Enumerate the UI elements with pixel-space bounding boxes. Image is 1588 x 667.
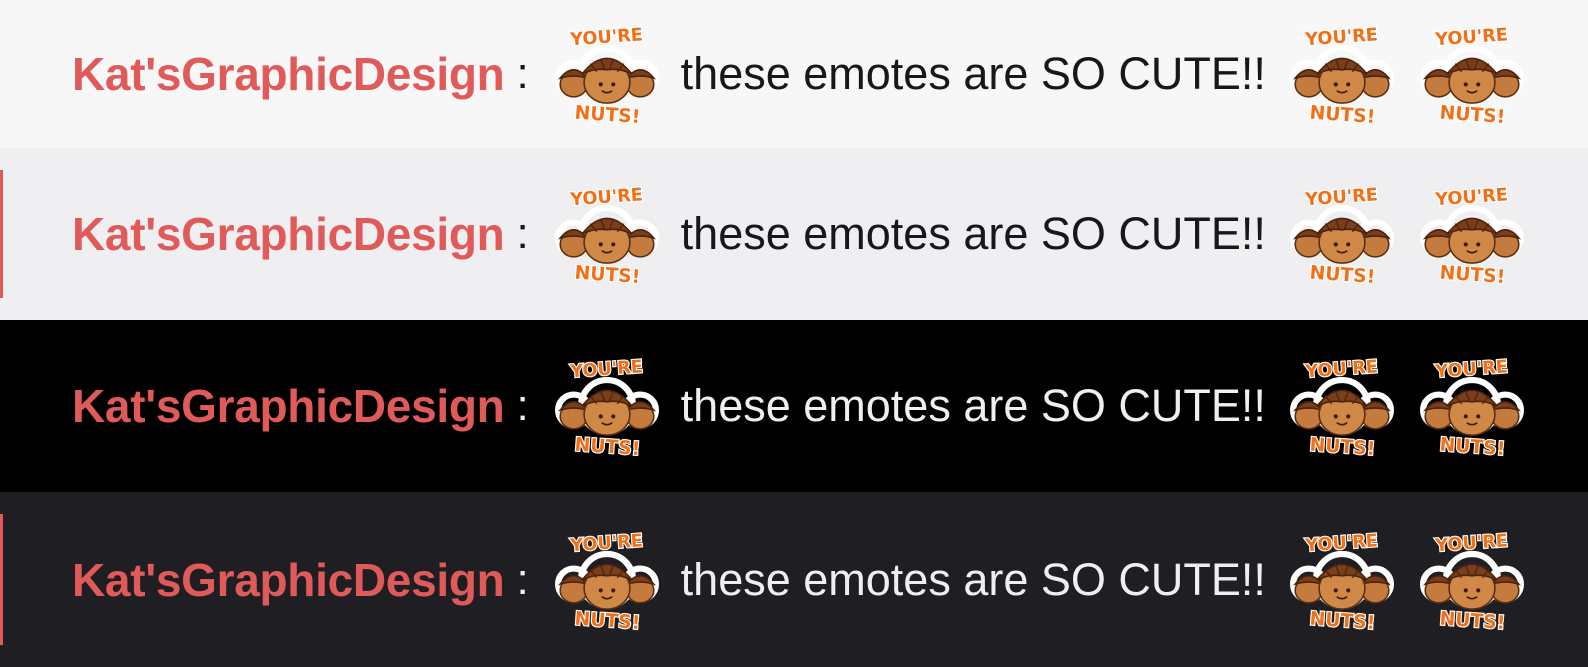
youre-nuts-emote-icon[interactable] [555,182,659,286]
youre-nuts-emote-icon[interactable] [1290,22,1394,126]
username-separator: : [516,209,529,258]
chat-message-text: these emotes are SO CUTE!! [680,553,1266,605]
chat-username[interactable]: Kat'sGraphicDesign [72,207,505,261]
chat-message-row: Kat'sGraphicDesign : these emotes are SO… [0,0,1588,148]
highlight-bar [0,514,3,645]
chat-message-row-highlighted: Kat'sGraphicDesign : these emotes are SO… [0,148,1588,320]
youre-nuts-emote-icon[interactable] [555,354,659,458]
youre-nuts-emote-icon[interactable] [1420,528,1524,632]
chat-message-text: these emotes are SO CUTE!! [680,208,1266,259]
chat-message-row: Kat'sGraphicDesign : these emotes are SO… [0,320,1588,492]
chat-username[interactable]: Kat'sGraphicDesign [72,47,505,101]
youre-nuts-emote-icon[interactable] [1290,182,1394,286]
username-separator: : [516,49,529,98]
username-separator: : [516,381,529,430]
username-separator: : [516,554,529,604]
youre-nuts-emote-icon[interactable] [1290,354,1394,458]
chat-username[interactable]: Kat'sGraphicDesign [72,553,505,607]
youre-nuts-emote-icon[interactable] [1420,22,1524,126]
youre-nuts-emote-icon[interactable] [555,528,659,632]
youre-nuts-emote-icon[interactable] [1420,354,1524,458]
chat-message-text: these emotes are SO CUTE!! [680,380,1266,431]
chat-message-text: these emotes are SO CUTE!! [680,48,1266,99]
chat-message-row-highlighted: Kat'sGraphicDesign : these emotes are SO… [0,492,1588,667]
chat-username[interactable]: Kat'sGraphicDesign [72,379,505,433]
youre-nuts-emote-icon[interactable] [1420,182,1524,286]
youre-nuts-emote-icon[interactable] [555,22,659,126]
youre-nuts-emote-icon[interactable] [1290,528,1394,632]
highlight-bar [0,170,3,298]
